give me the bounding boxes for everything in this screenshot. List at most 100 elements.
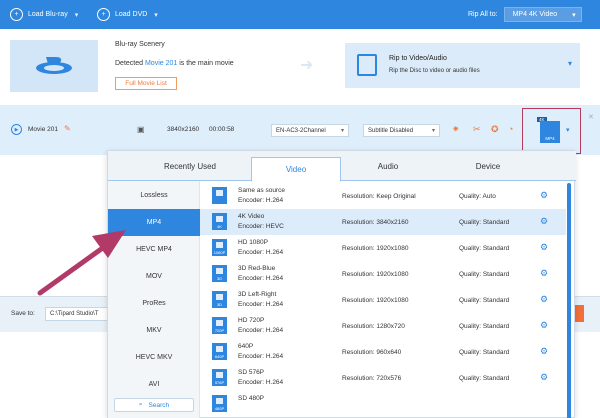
rip-all-label: Rip All to: <box>468 11 498 18</box>
format-label: MP4 <box>545 136 555 141</box>
audio-track-select[interactable]: EN-AC3-2Channel ▾ <box>271 124 349 137</box>
format-option-4k-video[interactable]: 4K 4K Video Encoder: HEVC Resolution: 38… <box>200 209 566 235</box>
option-resolution: Resolution: 1920x1080 <box>342 271 409 278</box>
option-resolution: Resolution: 1280x720 <box>342 323 405 330</box>
movie-duration: 00:00:58 <box>209 126 235 133</box>
tab-recently-used[interactable]: Recently Used <box>130 151 250 181</box>
mp4-file-icon: MP4 <box>540 121 560 143</box>
format-option-same-as-source[interactable]: Same as source Encoder: H.264 Resolution… <box>200 183 566 209</box>
format-option-3d-red-blue[interactable]: 3D 3D Red-Blue Encoder: H.264 Resolution… <box>200 261 566 287</box>
film-icon <box>357 54 377 76</box>
video-file-icon: 576P <box>212 369 227 386</box>
effects-icon[interactable]: ✷ <box>452 124 460 135</box>
movie-row: ▶ Movie 201 ✎ ▣ 3840x2160 00:00:58 EN-AC… <box>0 105 600 155</box>
subtitle-value: Subtitle Disabled <box>368 127 414 134</box>
option-quality: Quality: Auto <box>459 193 496 200</box>
cut-icon[interactable]: ✂ <box>473 124 481 135</box>
rip-target-title: Rip to Video/Audio <box>389 55 447 62</box>
full-movie-list-button[interactable]: Full Movie List <box>115 77 177 90</box>
format-option-hd-720p[interactable]: 720P HD 720P Encoder: H.264 Resolution: … <box>200 313 566 339</box>
movie-name: Movie 201 <box>28 126 58 133</box>
option-quality: Quality: Standard <box>459 271 510 278</box>
option-resolution: Resolution: 3840x2160 <box>342 219 409 226</box>
subtitle-select[interactable]: Subtitle Disabled ▾ <box>363 124 440 137</box>
rip-target-select[interactable]: Rip to Video/Audio Rip the Disc to video… <box>345 43 580 88</box>
bluray-thumbnail <box>10 40 98 92</box>
option-icon-tag: 1080P <box>213 250 226 255</box>
gear-icon[interactable]: ⚙ <box>540 242 548 253</box>
search-label: Search <box>148 401 170 409</box>
option-icon-tag: 4K <box>217 224 222 229</box>
format-option-hd-1080p[interactable]: 1080P HD 1080P Encoder: H.264 Resolution… <box>200 235 566 261</box>
output-format-button[interactable]: 4K MP4 ▾ <box>522 108 581 154</box>
chevron-down-icon: ▾ <box>74 11 79 19</box>
rip-all-select[interactable]: MP4 4K Video ▾ <box>503 7 582 22</box>
gear-icon[interactable]: ⚙ <box>540 372 548 383</box>
gear-icon[interactable]: ⚙ <box>540 320 548 331</box>
chevron-down-icon: ▾ <box>566 127 570 134</box>
gear-icon[interactable]: ⚙ <box>540 190 548 201</box>
option-resolution: Resolution: 1920x1080 <box>342 297 409 304</box>
option-name: 3D Left-Right <box>238 291 277 298</box>
movie-resolution: 3840x2160 <box>167 126 200 133</box>
category-hevc-mp4[interactable]: HEVC MP4 <box>108 236 200 263</box>
gear-icon[interactable]: ⚙ <box>540 268 548 279</box>
enhance-icon[interactable]: ✪ <box>491 124 499 135</box>
option-encoder: Encoder: H.264 <box>238 197 284 204</box>
video-file-icon: 3D <box>212 291 227 308</box>
load-bluray-button[interactable]: + Load Blu-ray ▾ <box>10 0 78 29</box>
category-prores[interactable]: ProRes <box>108 290 200 317</box>
arrow-right-icon: ➜ <box>300 57 314 74</box>
option-icon-tag: 640P <box>214 354 225 359</box>
close-icon[interactable]: ✕ <box>588 113 594 121</box>
category-mkv[interactable]: MKV <box>108 317 200 344</box>
format-option-sd-480p[interactable]: 480P SD 480P <box>200 391 566 417</box>
play-icon[interactable]: ▶ <box>11 124 22 135</box>
category-avi[interactable]: AVI <box>108 371 200 398</box>
option-icon-tag: 3D <box>216 302 223 307</box>
detected-suffix: is the main movie <box>177 60 234 67</box>
format-option-640p[interactable]: 640P 640P Encoder: H.264 Resolution: 960… <box>200 339 566 365</box>
category-mov[interactable]: MOV <box>108 263 200 290</box>
gear-icon[interactable]: ⚙ <box>540 216 548 227</box>
video-file-icon: 1080P <box>212 239 227 256</box>
category-list: Lossless MP4 HEVC MP4 MOV ProRes MKV HEV… <box>108 181 200 418</box>
format-option-sd-576p[interactable]: 576P SD 576P Encoder: H.264 Resolution: … <box>200 365 566 391</box>
bluray-logo-icon <box>36 57 72 74</box>
option-icon-tag: 480P <box>214 406 225 411</box>
option-list-scrollbar[interactable] <box>566 181 572 418</box>
category-hevc-mkv[interactable]: HEVC MKV <box>108 344 200 371</box>
source-panel: Blu-ray Scenery Detected Movie 201 is th… <box>0 29 600 105</box>
chevron-down-icon: ▾ <box>154 11 158 19</box>
gear-icon[interactable]: ⚙ <box>540 294 548 305</box>
edit-icon[interactable]: ✎ <box>64 124 71 133</box>
palette-icon[interactable]: ◔ <box>508 124 513 134</box>
detected-prefix: Detected <box>115 60 145 67</box>
video-file-icon <box>212 187 227 204</box>
load-dvd-label: Load DVD <box>115 11 148 18</box>
option-name: HD 720P <box>238 317 265 324</box>
save-path-field[interactable]: C:\Tipard Studio\T <box>45 307 110 321</box>
gear-icon[interactable]: ⚙ <box>540 346 548 357</box>
option-quality: Quality: Standard <box>459 245 510 252</box>
category-search[interactable]: ⌕ Search <box>114 398 194 412</box>
format-option-3d-left-right[interactable]: 3D 3D Left-Right Encoder: H.264 Resoluti… <box>200 287 566 313</box>
category-lossless[interactable]: Lossless <box>108 182 200 209</box>
option-name: Same as source <box>238 187 285 194</box>
category-mp4[interactable]: MP4 <box>108 209 200 236</box>
detected-movie-link[interactable]: Movie 201 <box>145 60 177 67</box>
option-icon-tag: 3D <box>216 276 223 281</box>
option-encoder: Encoder: H.264 <box>238 379 284 386</box>
option-quality: Quality: Standard <box>459 349 510 356</box>
option-encoder: Encoder: H.264 <box>238 327 284 334</box>
search-icon: ⌕ <box>138 401 143 408</box>
tab-device[interactable]: Device <box>428 151 548 181</box>
load-dvd-button[interactable]: + Load DVD ▾ <box>97 0 158 29</box>
scrollbar-thumb[interactable] <box>567 183 571 418</box>
disc-icon: + <box>10 8 23 21</box>
option-encoder: Encoder: H.264 <box>238 301 284 308</box>
option-name: 640P <box>238 343 254 350</box>
video-file-icon: 480P <box>212 395 227 412</box>
option-quality: Quality: Standard <box>459 323 510 330</box>
disc-icon: + <box>97 8 110 21</box>
